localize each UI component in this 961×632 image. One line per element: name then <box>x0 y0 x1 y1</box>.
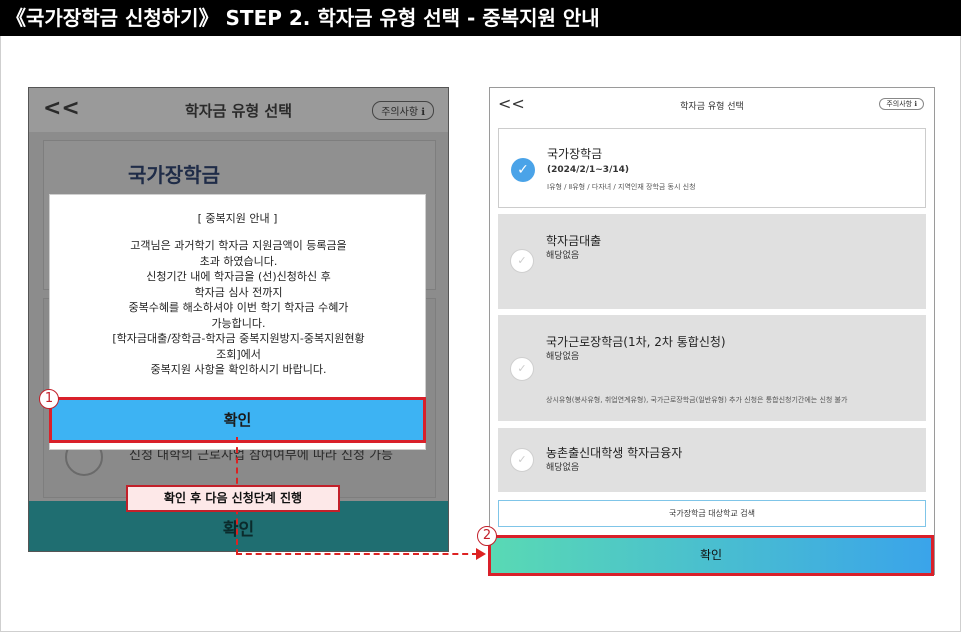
callout-note: 확인 후 다음 신청단계 진행 <box>126 485 340 512</box>
left-app-header: << 학자금 유형 선택 주의사항 ℹ <box>29 88 448 132</box>
modal-line: 가능합니다. <box>211 316 266 330</box>
check-icon: ✓ <box>511 158 535 182</box>
radio-icon: ✓ <box>510 357 534 381</box>
card-rural-loan[interactable]: ✓ 농촌출신대학생 학자금융자 해당없음 <box>498 428 926 492</box>
modal-line: 중복지원 사항을 확인하시기 바랍니다. <box>150 363 327 376</box>
modal-line: 중복수혜를 해소하셔야 이번 학기 학자금 수혜가 <box>128 301 349 314</box>
card-period: (2024/2/1~3/14) <box>547 165 629 175</box>
modal-line: 고객님은 과거학기 학자금 지원금액이 등록금을 <box>130 239 347 252</box>
card-status: 해당없음 <box>546 463 580 473</box>
card-national-scholarship[interactable]: ✓ 국가장학금 (2024/2/1~3/14) Ⅰ유형 / Ⅱ유형 / 다자녀 … <box>498 128 926 208</box>
connector-line-horizontal <box>236 553 478 555</box>
page-title: 《국가장학금 신청하기》 STEP 2. 학자금 유형 선택 - 중복지원 안내 <box>0 0 961 36</box>
card-title: 농촌출신대학생 학자금융자 <box>546 446 683 460</box>
step-marker-2: 2 <box>477 526 497 546</box>
modal-title: [ 중복지원 안내 ] <box>197 212 278 225</box>
card-note: Ⅰ유형 / Ⅱ유형 / 다자녀 / 지역인재 장학금 동시 신청 <box>547 183 696 191</box>
notice-button[interactable]: 주의사항 ℹ <box>372 101 434 120</box>
school-search-button[interactable]: 국가장학금 대상학교 검색 <box>498 500 926 527</box>
card-status: 해당없음 <box>546 251 580 261</box>
modal-line: 조회]에서 <box>216 347 261 361</box>
radio-icon: ✓ <box>510 448 534 472</box>
radio-icon: ✓ <box>510 249 534 273</box>
modal-body: 고객님은 과거학기 학자금 지원금액이 등록금을 초과 하였습니다. 신청기간 … <box>62 238 415 378</box>
card-title: 국가근로장학금(1차, 2차 통합신청) <box>546 335 726 349</box>
modal-line: 학자금 심사 전까지 <box>194 285 283 299</box>
step-marker-1: 1 <box>39 389 59 409</box>
card-title: 학자금대출 <box>546 234 602 248</box>
arrow-icon <box>476 548 486 560</box>
card-student-loan[interactable]: ✓ 학자금대출 해당없음 <box>498 214 926 309</box>
right-phone-screen: << 학자금 유형 선택 주의사항 ℹ ✓ 국가장학금 (2024/2/1~3/… <box>489 87 935 575</box>
right-screen-title: 학자금 유형 선택 <box>680 102 744 112</box>
confirm-button[interactable]: 확인 <box>488 535 934 576</box>
modal-line: [학자금대출/장학금-학자금 중복지원방지-중복지원현황 <box>112 332 365 345</box>
left-bottom-confirm-label: 확인 <box>222 520 255 540</box>
notice-button[interactable]: 주의사항 ℹ <box>879 98 924 110</box>
left-card-title: 국가장학금 <box>128 163 220 187</box>
card-work-scholarship[interactable]: ✓ 국가근로장학금(1차, 2차 통합신청) 해당없음 상시유형(봉사유형, 취… <box>498 315 926 421</box>
modal-line: 신청기간 내에 학자금을 (선)신청하신 후 <box>146 270 331 283</box>
card-title: 국가장학금 <box>547 147 603 161</box>
modal-line: 초과 하였습니다. <box>199 254 278 268</box>
card-status: 해당없음 <box>546 352 580 362</box>
card-note: 상시유형(봉사유형, 취업연계유형), 국가근로장학금(일반유형) 추가 신청은… <box>546 396 848 404</box>
